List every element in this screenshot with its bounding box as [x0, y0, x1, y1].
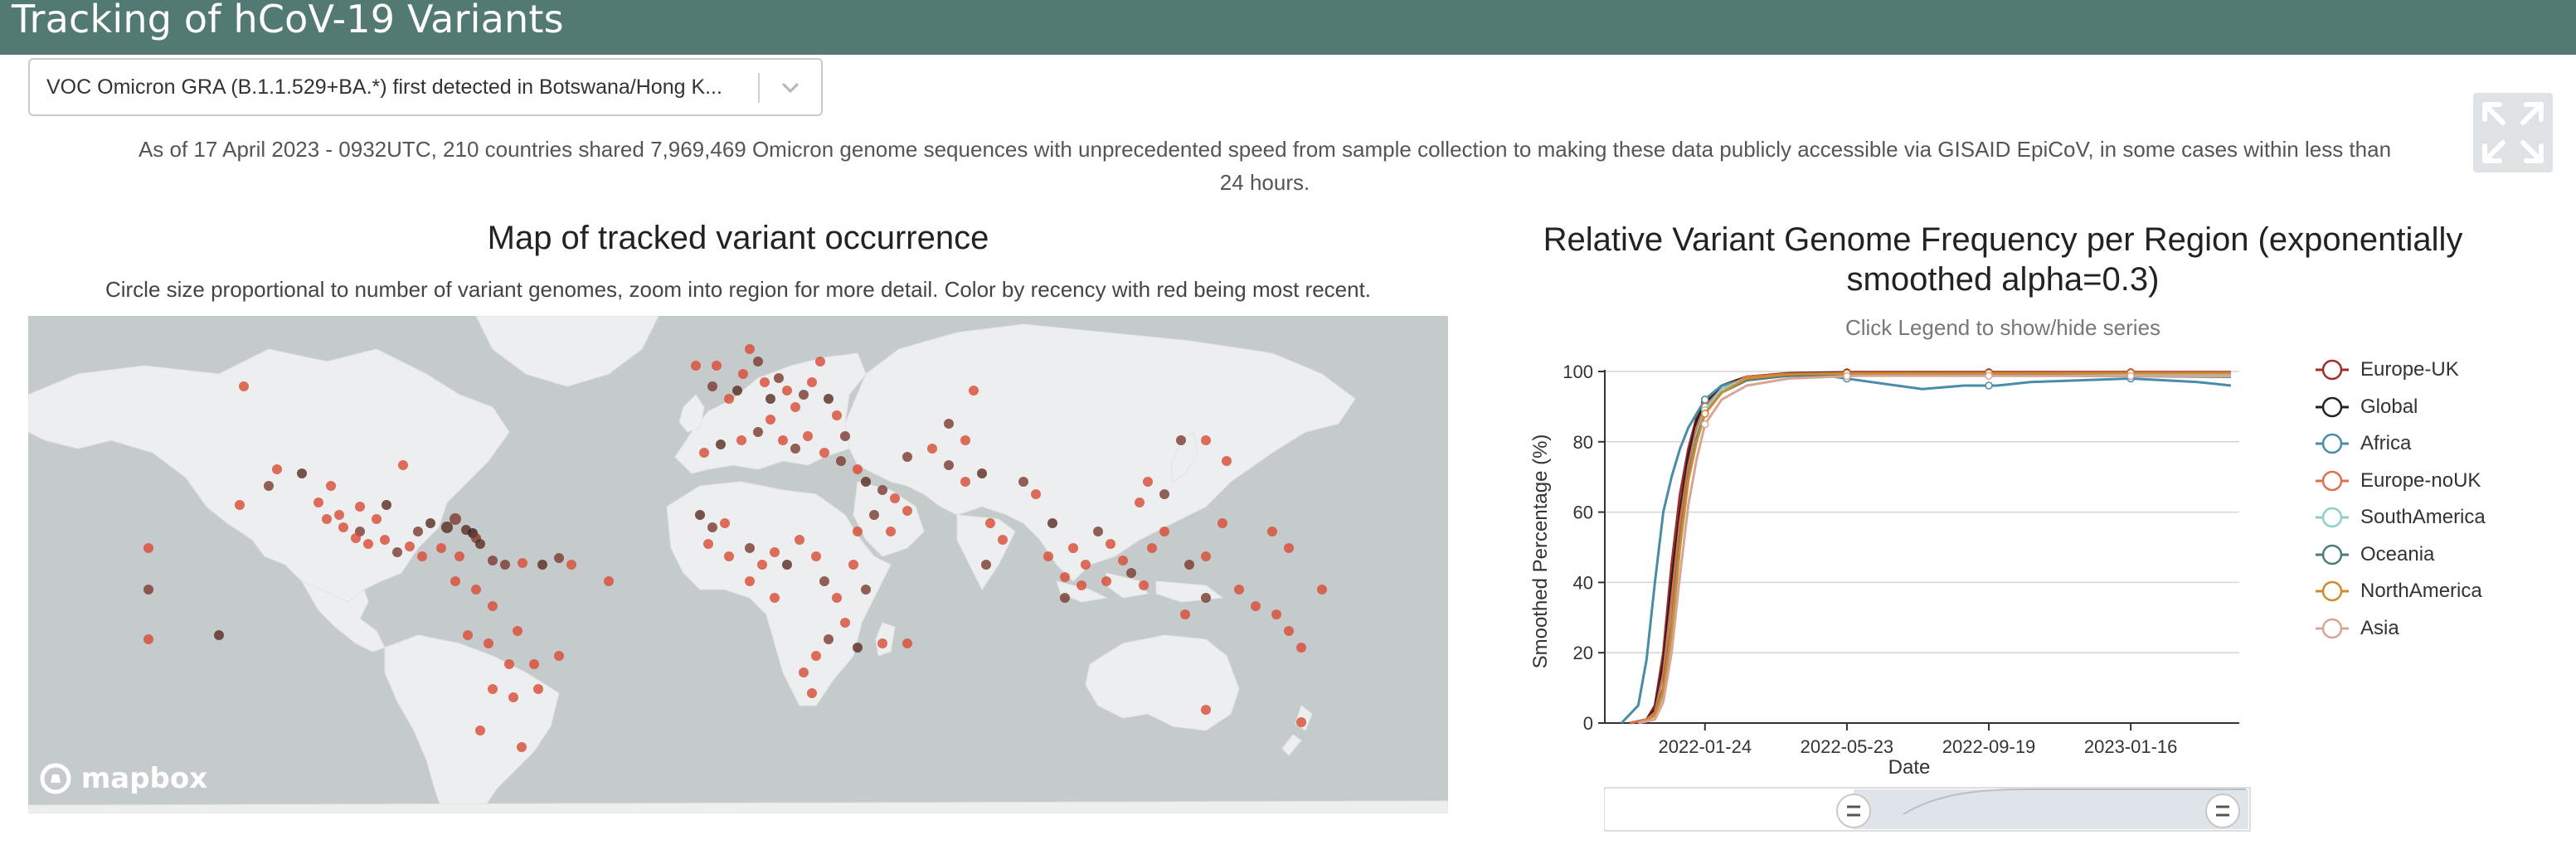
legend-label: Europe-UK	[2360, 358, 2459, 381]
legend-item-europe-nouk[interactable]: Europe-noUK	[2314, 463, 2486, 500]
legend-label: Europe-noUK	[2360, 468, 2481, 492]
chart-title: Relative Variant Genome Frequency per Re…	[1543, 221, 2463, 298]
series-line[interactable]	[1629, 371, 2231, 725]
series-global[interactable]	[1629, 369, 2231, 725]
variant-select[interactable]: VOC Omicron GRA (B.1.1.529+BA.*) first d…	[28, 58, 823, 116]
app-title: Tracking of hCoV-19 Variants	[12, 0, 564, 41]
world-map[interactable]	[28, 316, 1448, 813]
slider-handle-left[interactable]	[1836, 794, 1871, 828]
series-marker[interactable]	[1985, 381, 1993, 390]
series-marker[interactable]	[1701, 396, 1709, 404]
series-africa[interactable]	[1621, 373, 2232, 725]
series-line[interactable]	[1637, 372, 2231, 725]
legend-swatch	[2316, 544, 2349, 565]
legend-item-southamerica[interactable]: SouthAmerica	[2314, 499, 2486, 536]
chart-series[interactable]	[1621, 368, 2232, 725]
frequency-chart[interactable]: 0 20 40 60 80 100 2022-01-24 2022-05-23 2022-09…	[1526, 348, 2272, 846]
y-tick-label: 60	[1573, 502, 1593, 523]
app-header: Tracking of hCoV-19 Variants	[0, 0, 2576, 55]
mapbox-logo-icon	[40, 763, 71, 794]
y-tick-label: 40	[1573, 572, 1593, 593]
x-axis-label: Date	[1888, 756, 1931, 779]
legend-item-northamerica[interactable]: NorthAmerica	[2314, 573, 2486, 610]
x-tick-label: 2022-09-19	[1942, 736, 2036, 757]
series-line[interactable]	[1621, 373, 2232, 725]
fullscreen-button[interactable]	[2473, 93, 2553, 172]
series-marker[interactable]	[1843, 371, 1851, 381]
range-slider[interactable]	[1604, 787, 2251, 832]
y-tick-label: 20	[1573, 643, 1593, 663]
variant-map[interactable]: mapbox	[28, 316, 1448, 813]
chart-hint: Click Legend to show/hide series	[1845, 315, 2161, 340]
legend-item-africa[interactable]: Africa	[2314, 425, 2486, 463]
x-tick-label: 2022-05-23	[1801, 736, 1894, 757]
x-tick-label: 2022-01-24	[1659, 736, 1752, 757]
series-southamerica[interactable]	[1637, 370, 2231, 725]
series-line[interactable]	[1629, 371, 2231, 725]
map-subtitle: Circle size proportional to number of va…	[104, 277, 1372, 302]
series-marker[interactable]	[2126, 371, 2135, 381]
legend-label: Africa	[2360, 432, 2412, 455]
series-line[interactable]	[1637, 374, 2231, 725]
legend-swatch	[2316, 507, 2349, 528]
legend-swatch	[2316, 581, 2349, 602]
slider-handle-right[interactable]	[2205, 794, 2240, 828]
series-line[interactable]	[1637, 372, 2231, 725]
y-axis-ticks: 0 20 40 60 80 100	[1563, 362, 1605, 734]
summary-text: As of 17 April 2023 - 0932UTC, 210 count…	[138, 137, 2392, 195]
legend-swatch	[2316, 434, 2349, 454]
legend-item-global[interactable]: Global	[2314, 389, 2486, 426]
legend-item-oceania[interactable]: Oceania	[2314, 536, 2486, 574]
legend-label: Global	[2360, 395, 2418, 418]
legend-label: Oceania	[2360, 542, 2435, 565]
variant-select-value: VOC Omicron GRA (B.1.1.529+BA.*) first d…	[46, 75, 722, 99]
legend-swatch	[2316, 396, 2349, 417]
legend-swatch	[2316, 360, 2349, 381]
series-marker[interactable]	[1985, 371, 1993, 380]
legend-swatch	[2316, 618, 2349, 638]
mapbox-attribution: mapbox	[80, 762, 208, 795]
series-marker[interactable]	[1701, 420, 1709, 429]
series-line[interactable]	[1629, 371, 2231, 725]
series-europe-uk[interactable]	[1629, 368, 2231, 725]
chevron-down-icon[interactable]	[778, 75, 803, 100]
series-marker[interactable]	[1701, 410, 1709, 418]
legend-item-europe-uk[interactable]: Europe-UK	[2314, 352, 2486, 389]
legend-label: NorthAmerica	[2360, 580, 2482, 603]
series-asia[interactable]	[1637, 371, 2231, 725]
y-tick-label: 0	[1583, 713, 1593, 734]
y-tick-label: 80	[1573, 432, 1593, 453]
legend-swatch	[2316, 470, 2349, 491]
series-europe-nouk[interactable]	[1629, 369, 2231, 725]
legend-label: Asia	[2360, 616, 2399, 639]
legend-item-asia[interactable]: Asia	[2314, 610, 2486, 648]
legend-label: SouthAmerica	[2360, 506, 2486, 529]
expand-icon	[2482, 102, 2544, 163]
map-title: Map of tracked variant occurrence	[487, 220, 989, 256]
chart-legend[interactable]: Europe-UK Global Africa Europe-noUK SouthAme…	[2314, 352, 2486, 647]
x-tick-label: 2023-01-16	[2084, 736, 2178, 757]
series-northamerica[interactable]	[1637, 369, 2231, 725]
series-oceania[interactable]	[1637, 370, 2231, 725]
y-tick-label: 100	[1563, 362, 1593, 382]
x-axis-ticks: 2022-01-24 2022-05-23 2022-09-19 2023-01-16	[1659, 723, 2178, 757]
mapbox-logo[interactable]: mapbox	[40, 762, 207, 795]
y-axis-label: Smoothed Percentage (%)	[1529, 434, 1552, 669]
series-line[interactable]	[1637, 371, 2231, 725]
select-separator	[758, 73, 760, 103]
